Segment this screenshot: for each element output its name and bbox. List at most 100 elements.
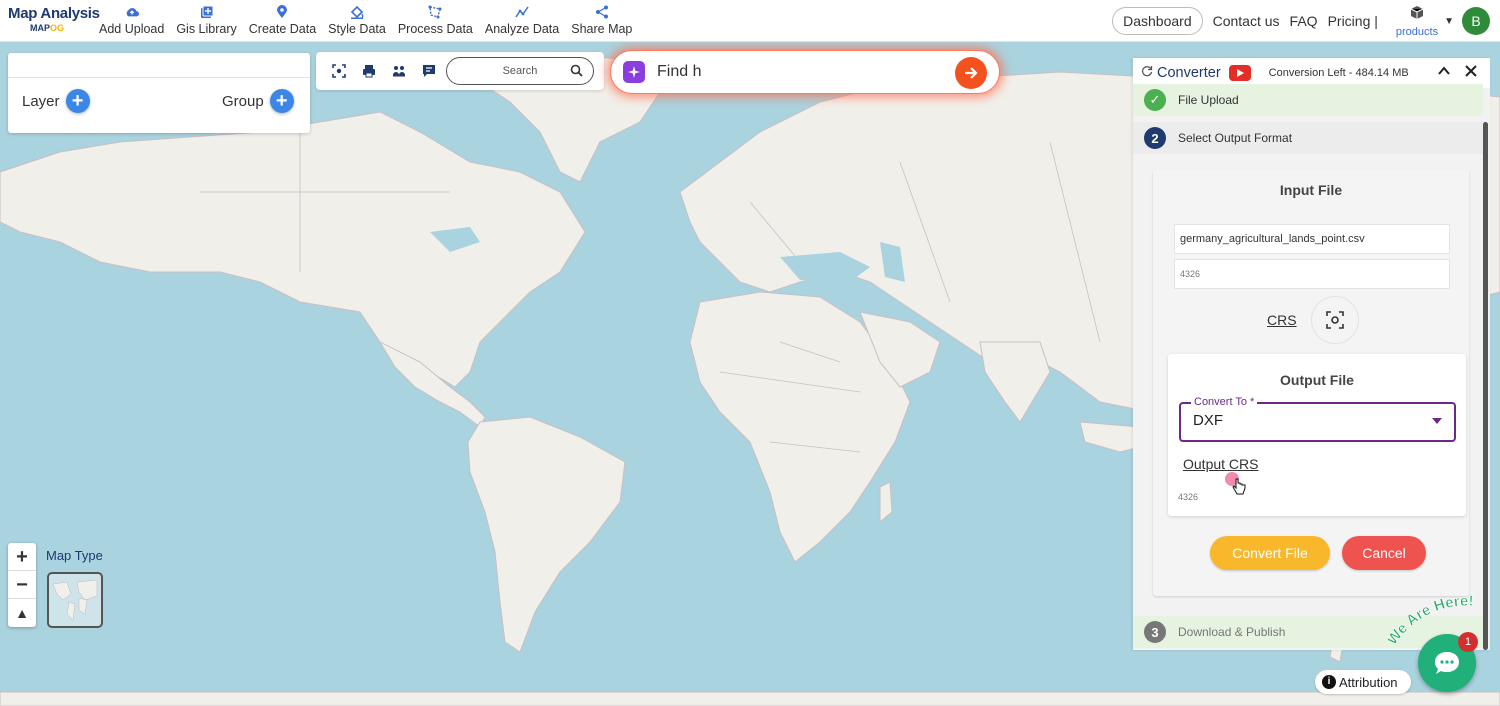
- layer-panel: Layer + Group +: [8, 53, 310, 133]
- chat-button[interactable]: 1: [1418, 632, 1478, 692]
- cloud-upload-icon: [125, 5, 139, 19]
- products-label: products: [1395, 25, 1439, 38]
- nav-style-data[interactable]: Style Data: [325, 0, 389, 42]
- top-right-menu: Dashboard Contact us FAQ Pricing | produ…: [1112, 0, 1500, 42]
- dropdown-arrow-icon: [1432, 418, 1442, 424]
- convert-to-select[interactable]: Convert To * DXF: [1179, 396, 1456, 442]
- scan-crs-button[interactable]: [1310, 296, 1359, 344]
- brand-name: Map Analysis: [8, 4, 100, 22]
- step-select-output[interactable]: 2 Select Output Format: [1133, 122, 1483, 154]
- products-menu[interactable]: products: [1396, 5, 1438, 38]
- layer-control: Layer +: [22, 89, 90, 113]
- search-input[interactable]: [470, 65, 570, 77]
- step-label: Select Output Format: [1178, 131, 1293, 145]
- zoom-control: + − ▲: [8, 543, 36, 627]
- mini-map-icon: [52, 579, 98, 621]
- map-toolbar: [316, 52, 604, 90]
- chat-badge: 1: [1458, 632, 1478, 652]
- step-number: 2: [1144, 127, 1166, 149]
- nav-label: Gis Library: [176, 22, 237, 36]
- users-icon[interactable]: [391, 63, 407, 79]
- nav-label: Create Data: [248, 22, 317, 36]
- paint-bucket-icon: [350, 5, 364, 19]
- step-label: Download & Publish: [1178, 625, 1286, 639]
- output-crs-value: 4326: [1173, 488, 1213, 506]
- avatar[interactable]: B: [1462, 7, 1490, 35]
- step-number: 3: [1144, 621, 1166, 643]
- add-layer-button[interactable]: +: [65, 89, 90, 113]
- converter-title: Converter: [1157, 65, 1221, 81]
- search-box: [446, 57, 594, 85]
- nav-label: Analyze Data: [484, 22, 560, 36]
- analyze-icon: [515, 5, 529, 19]
- info-icon: i: [1322, 675, 1336, 689]
- cancel-button[interactable]: Cancel: [1342, 536, 1426, 570]
- nav-process-data[interactable]: Process Data: [395, 0, 476, 42]
- attribution-button[interactable]: i Attribution: [1315, 670, 1411, 694]
- nav-label: Add Upload: [99, 22, 165, 36]
- brand-logo[interactable]: Map Analysis MAPOG: [0, 0, 100, 42]
- convert-file-button[interactable]: Convert File: [1210, 536, 1330, 570]
- nav-label: Share Map: [571, 22, 633, 36]
- attribution-label: Attribution: [1339, 674, 1398, 690]
- input-file-title: Input File: [1279, 182, 1343, 198]
- find-text[interactable]: Find h: [657, 63, 701, 81]
- group-label: Group: [222, 92, 264, 110]
- input-file-card: Input File germany_agricultural_lands_po…: [1153, 170, 1469, 346]
- nav-add-upload[interactable]: Add Upload: [96, 0, 167, 42]
- map-type-label: Map Type: [46, 548, 103, 563]
- ai-find-box[interactable]: Find h: [610, 50, 1000, 94]
- contact-link[interactable]: Contact us: [1213, 13, 1280, 29]
- print-icon[interactable]: [361, 63, 377, 79]
- nav-create-data[interactable]: Create Data: [246, 0, 319, 42]
- chevron-up-icon[interactable]: [1437, 62, 1451, 83]
- focus-icon: [1325, 311, 1344, 329]
- search-icon[interactable]: [570, 64, 583, 82]
- share-icon: [595, 5, 609, 19]
- focus-icon[interactable]: [331, 63, 347, 79]
- converter-panel: Converter Conversion Left - 484.14 MB ✓ …: [1133, 58, 1490, 650]
- add-group-button[interactable]: +: [269, 89, 294, 113]
- panel-scrollbar[interactable]: [1483, 122, 1488, 650]
- comment-icon[interactable]: [421, 63, 437, 79]
- nav-gis-library[interactable]: Gis Library: [173, 0, 239, 42]
- nav-share-map[interactable]: Share Map: [568, 0, 635, 42]
- nav-analyze-data[interactable]: Analyze Data: [482, 0, 562, 42]
- top-navbar: Map Analysis MAPOG Add Upload Gis Librar…: [0, 0, 1500, 42]
- location-pin-icon: [275, 5, 289, 19]
- dashboard-button[interactable]: Dashboard: [1112, 7, 1203, 35]
- group-control: Group +: [222, 89, 294, 113]
- divider: [8, 77, 310, 78]
- zoom-out-button[interactable]: −: [8, 571, 36, 599]
- crs-link[interactable]: CRS: [1267, 312, 1297, 328]
- output-file-title: Output File: [1280, 372, 1354, 388]
- library-icon: [200, 5, 214, 19]
- step-file-upload[interactable]: ✓ File Upload: [1133, 84, 1483, 116]
- convert-to-value: DXF: [1193, 412, 1223, 429]
- hand-cursor-icon: [1232, 478, 1246, 501]
- refresh-icon[interactable]: [1141, 64, 1153, 82]
- cube-icon: [1409, 5, 1425, 26]
- pricing-link[interactable]: Pricing |: [1328, 13, 1378, 29]
- step-content: Input File germany_agricultural_lands_po…: [1153, 170, 1469, 596]
- zoom-in-button[interactable]: +: [8, 543, 36, 571]
- check-icon: ✓: [1144, 89, 1166, 111]
- sparkle-icon: [623, 61, 645, 83]
- conversion-left-text: Conversion Left - 484.14 MB: [1268, 67, 1409, 79]
- faq-link[interactable]: FAQ: [1290, 13, 1318, 29]
- step-label: File Upload: [1178, 93, 1239, 107]
- layer-label: Layer: [22, 92, 60, 110]
- chevron-down-icon[interactable]: ▼: [1444, 16, 1454, 27]
- output-crs-link[interactable]: Output CRS: [1183, 456, 1258, 472]
- brand-sub: MAPOG: [30, 22, 65, 33]
- input-crs-field[interactable]: 4326: [1174, 259, 1450, 289]
- convert-to-label: Convert To *: [1191, 396, 1258, 408]
- main-nav: Add Upload Gis Library Create Data Style…: [96, 0, 641, 42]
- youtube-icon[interactable]: [1228, 65, 1251, 81]
- input-filename-field[interactable]: germany_agricultural_lands_point.csv: [1174, 224, 1450, 254]
- nav-label: Process Data: [397, 22, 473, 36]
- close-icon[interactable]: [1464, 62, 1478, 83]
- submit-arrow-button[interactable]: [955, 57, 987, 89]
- reset-north-button[interactable]: ▲: [8, 599, 36, 627]
- map-type-thumbnail[interactable]: [47, 572, 103, 628]
